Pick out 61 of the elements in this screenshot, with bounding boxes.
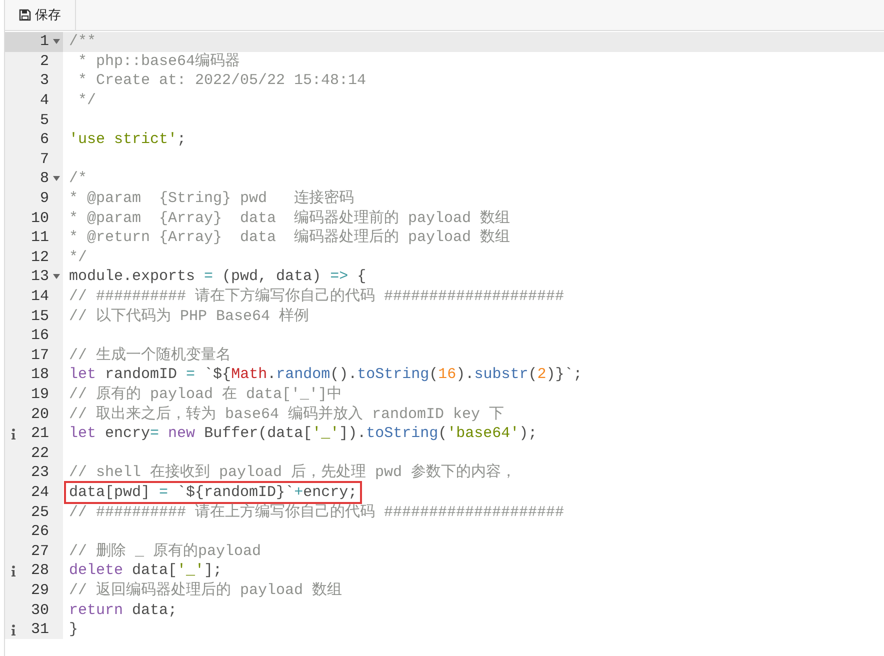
code-line: // 以下代码为 PHP Base64 样例	[68, 306, 310, 327]
code-line: return data;	[68, 600, 178, 621]
line-number: 25	[30, 504, 49, 521]
line-number: 7	[38, 150, 49, 168]
line-number: 20	[30, 406, 49, 423]
line-number: 21	[30, 425, 49, 442]
line-number: 19	[30, 386, 49, 403]
line-number: 16	[30, 327, 49, 344]
line-number: 3	[38, 72, 49, 90]
line-number: 27	[30, 542, 49, 560]
line-number: 12	[30, 248, 49, 266]
code-line: let encry= new Buffer(data['_']).toString('base64');	[68, 424, 538, 444]
code-line: // 返回编码器处理后的 payload 数组	[68, 580, 344, 601]
line-number: 1	[38, 33, 49, 50]
line-number: 5	[38, 112, 49, 129]
code-line: */	[77, 91, 98, 112]
line-number: 15	[30, 308, 49, 325]
line-number: 6	[38, 131, 49, 148]
line-number: 23	[30, 464, 49, 482]
fold-caret-icon[interactable]	[52, 39, 60, 44]
line-number: 17	[30, 346, 49, 364]
fold-caret-icon[interactable]	[52, 176, 60, 182]
line-number: 9	[38, 190, 49, 208]
line-number: 11	[30, 229, 49, 246]
code-line: * Create at: 2022/05/22 15:48:14	[77, 71, 368, 92]
line-number: 14	[30, 288, 49, 306]
line-number: 29	[30, 582, 49, 599]
code-line: // 取出来之后，转为 base64 编码并放入 randomID key 下	[68, 404, 506, 425]
code-line: * php::base64编码器	[77, 52, 242, 72]
line-number: 2	[38, 52, 49, 70]
code-line: // 生成一个随机变量名	[68, 346, 232, 366]
fold-caret-icon[interactable]	[52, 274, 60, 280]
line-number: 31	[30, 621, 49, 638]
code-line: /*	[68, 169, 88, 190]
code-line: /**	[68, 32, 98, 52]
code-line: 'use strict';	[68, 130, 188, 150]
code-line: // 删除 _ 原有的payload	[68, 542, 262, 562]
code-line: * @param {Array} data 编码器处理前的 payload 数组	[68, 208, 512, 228]
line-number: 4	[38, 92, 49, 110]
code-line: // 原有的 payload 在 data['_']中	[68, 384, 344, 405]
code-line: * @param {String} pwd 连接密码	[68, 188, 356, 210]
line-number: 26	[30, 523, 49, 540]
code-line: module.exports = (pwd, data) => {	[68, 267, 368, 287]
line-number: 22	[30, 444, 49, 462]
line-number: 30	[30, 602, 49, 619]
line-number: 18	[30, 366, 49, 384]
save-button[interactable]: 保存	[5, 0, 76, 30]
code-line: }	[68, 620, 80, 640]
line-number: 28	[30, 562, 49, 580]
code-line: let randomID = `${Math.random().toString(16).substr(2)}`;	[68, 365, 584, 386]
line-number: 24	[30, 484, 49, 501]
save-icon	[19, 9, 31, 21]
line-number: 10	[30, 210, 49, 227]
line-number: 8	[38, 170, 49, 188]
line-number: 13	[30, 268, 49, 286]
code-line: // ########## 请在下方编写你自己的代码 ####################	[68, 286, 566, 308]
code-line: */	[68, 248, 88, 268]
code-line: delete data['_'];	[68, 561, 224, 582]
code-line: * @return {Array} data 编码器处理后的 payload 数组	[68, 228, 512, 248]
code-line: // ########## 请在上方编写你自己的代码 ####################	[68, 502, 566, 523]
code-line: // shell 在接收到 payload 后，先处理 pwd 参数下的内容，	[68, 462, 518, 484]
